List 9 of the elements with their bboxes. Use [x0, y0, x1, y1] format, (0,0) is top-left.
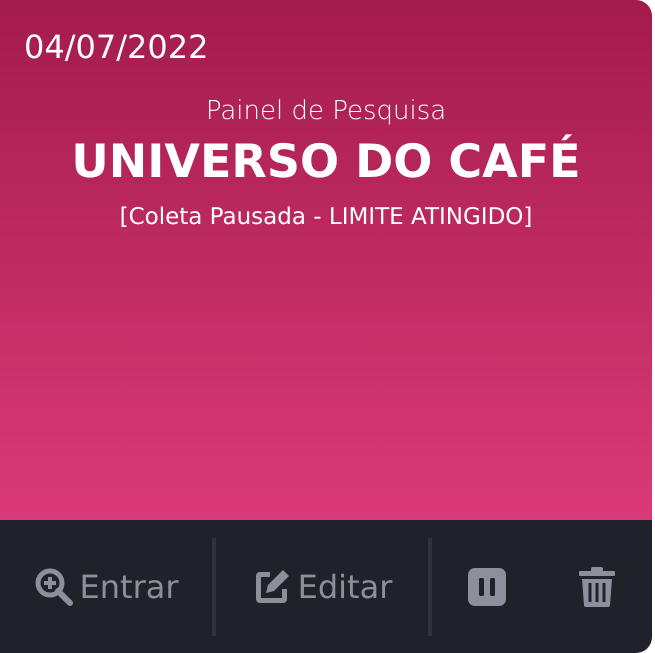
status-label: [Coleta Pausada - LIMITE ATINGIDO] — [120, 204, 532, 230]
enter-button[interactable]: Entrar — [6, 556, 206, 616]
date-label: 04/07/2022 — [24, 28, 208, 66]
panel-subtitle: Painel de Pesquisa — [206, 96, 446, 126]
survey-title: UNIVERSO DO CAFÉ — [71, 134, 581, 188]
zoom-in-icon — [34, 566, 74, 606]
pause-icon — [468, 568, 506, 606]
edit-button[interactable]: Editar — [222, 556, 422, 616]
trash-icon — [579, 566, 615, 606]
